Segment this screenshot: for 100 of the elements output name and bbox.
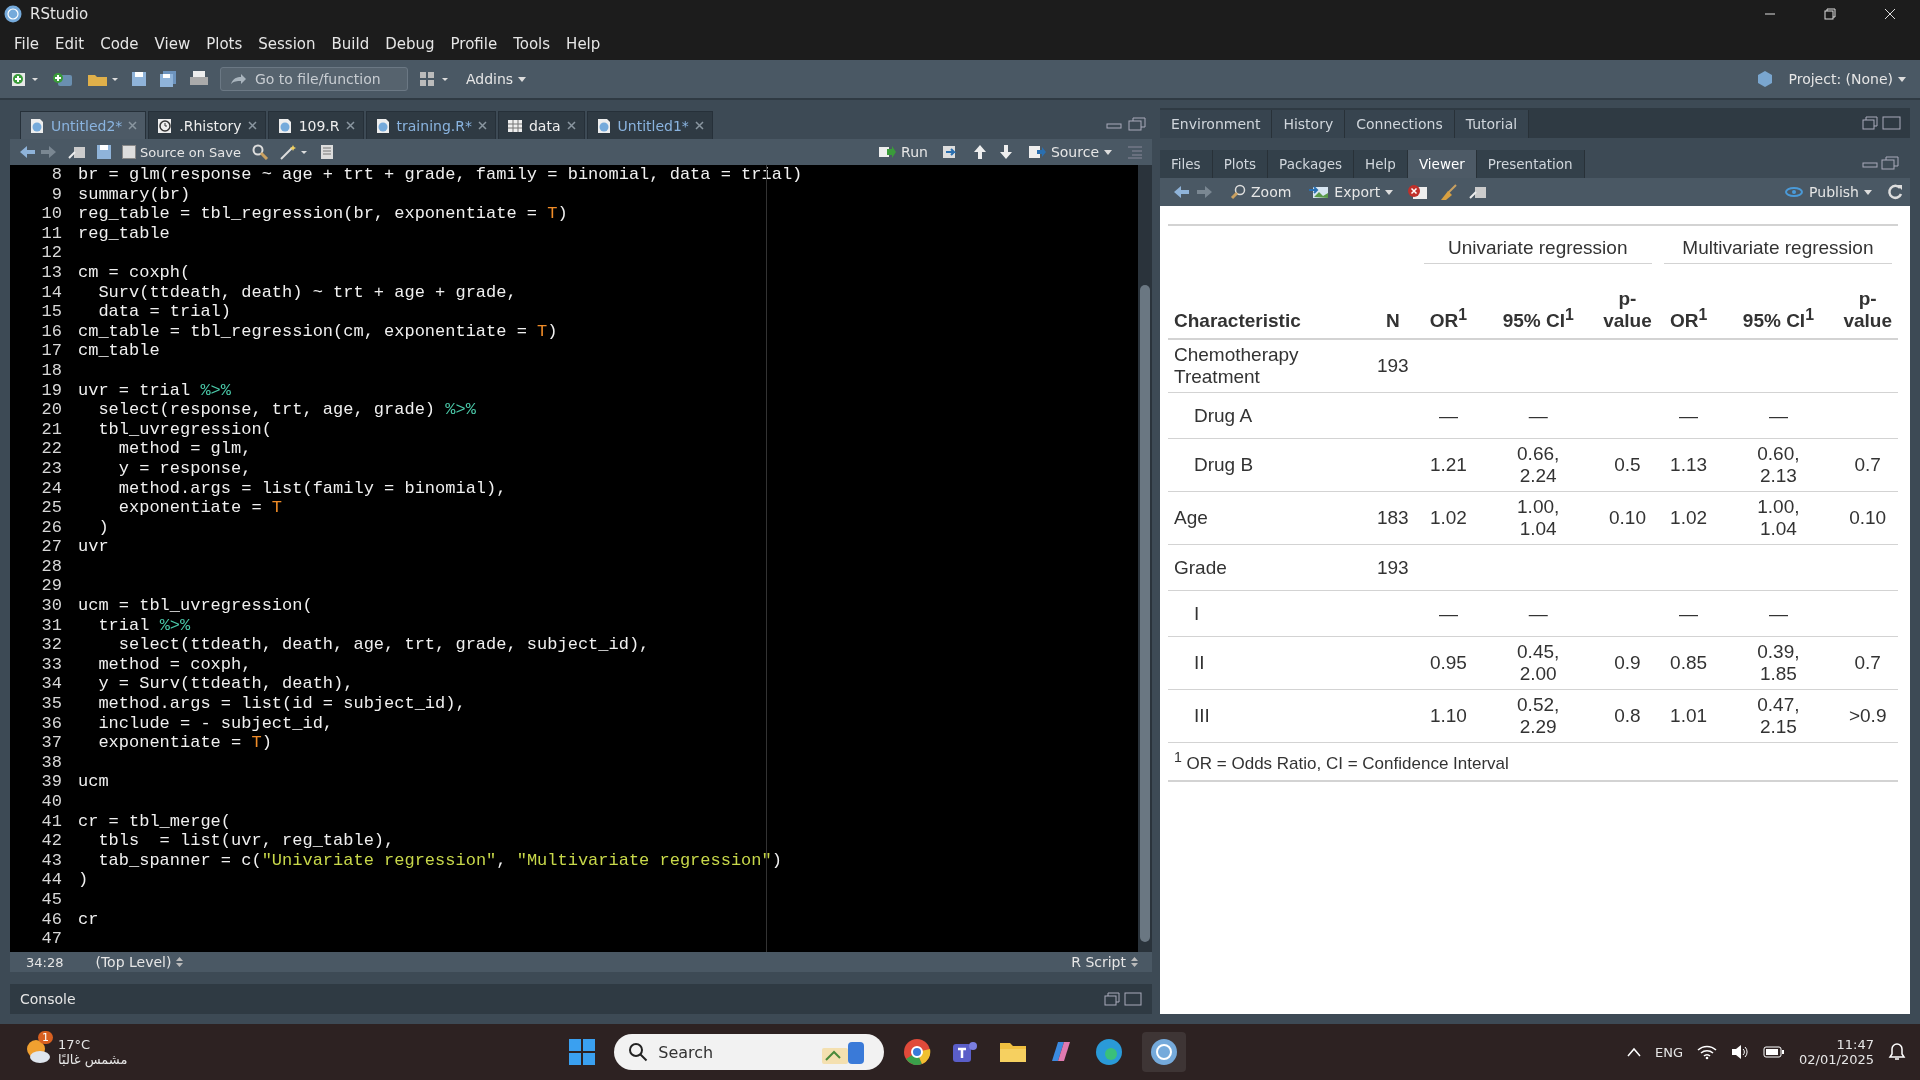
scope-menu[interactable]: (Top Level) (91, 954, 188, 970)
row-label: Drug A (1193, 404, 1253, 427)
menu-item[interactable]: File (6, 35, 48, 53)
taskbar-search-field[interactable]: Search (614, 1034, 885, 1070)
run-button[interactable]: Run (874, 144, 932, 160)
restore-icon[interactable] (1824, 8, 1836, 20)
console-tab[interactable]: Console (20, 991, 76, 1007)
battery-icon[interactable] (1763, 1045, 1786, 1059)
clock-icon (157, 117, 174, 134)
print-icon[interactable] (188, 70, 210, 88)
save-icon[interactable] (96, 144, 112, 160)
broom-icon[interactable] (1439, 184, 1460, 200)
code-line: reg_table = tbl_regression(br, exponentiate = T) (78, 204, 569, 224)
save-icon[interactable] (130, 70, 148, 88)
notification-bell-icon[interactable] (1888, 1042, 1906, 1062)
new-file-icon[interactable] (10, 70, 40, 88)
project-menu[interactable]: Project: (None) (1784, 71, 1910, 87)
column-spanner: Univariate regression (1423, 237, 1652, 264)
windows-start-icon[interactable] (568, 1038, 597, 1066)
source-on-save-checkbox[interactable]: Source on Save (122, 144, 242, 160)
rstudio-taskbar-button[interactable] (1142, 1032, 1187, 1072)
table-icon (506, 117, 523, 134)
table-cell: 0.9 (1614, 652, 1641, 673)
go-to-file-input[interactable]: Go to file/function (253, 70, 397, 88)
notebook-icon[interactable] (319, 144, 336, 160)
menu-item[interactable]: Debug (377, 35, 443, 53)
code-line: method = coxph, (97, 654, 253, 675)
refresh-icon[interactable] (1886, 183, 1904, 201)
menu-item[interactable]: Edit (47, 35, 93, 53)
pane-tab[interactable]: Tutorial (1454, 110, 1530, 138)
editor-tab[interactable]: 109.R (267, 111, 364, 139)
editor-tab[interactable]: data (497, 111, 585, 139)
chevron-up-icon[interactable] (1627, 1047, 1642, 1057)
pane-tab[interactable]: History (1272, 110, 1346, 138)
source-button[interactable]: Source (1023, 144, 1116, 160)
magic-wand-icon[interactable] (279, 144, 310, 160)
pane-tab[interactable]: Plots (1212, 150, 1269, 178)
publish-button[interactable]: Publish (1780, 184, 1876, 200)
maximize-pane-icon[interactable] (1128, 116, 1146, 131)
export-button[interactable]: Export (1305, 184, 1398, 200)
code-line: cm = coxph( (78, 262, 192, 283)
table-cell: 0.8 (1614, 705, 1641, 726)
line-number: 36 (40, 713, 63, 734)
menu-item[interactable]: View (146, 35, 199, 53)
show-in-window-icon[interactable] (68, 144, 86, 160)
pane-tab[interactable]: Environment (1160, 110, 1273, 138)
show-in-window-icon[interactable] (1469, 184, 1488, 200)
minimize-pane-icon[interactable] (1862, 156, 1902, 170)
line-number: 8 (50, 165, 63, 185)
save-all-icon[interactable] (158, 70, 178, 88)
back-forward-icon[interactable] (18, 144, 58, 160)
menu-item[interactable]: Tools (505, 35, 559, 53)
table-cell-text: — (1527, 602, 1549, 625)
down-arrow-icon[interactable] (997, 144, 1014, 160)
editor-tab[interactable]: Untitled1* (586, 111, 713, 139)
menu-item[interactable]: Build (323, 35, 378, 53)
table-cell-text: 0.66, 2.24 (1516, 443, 1561, 487)
file-type-menu[interactable]: R Script (1067, 954, 1142, 970)
menu-item[interactable]: Session (250, 35, 324, 53)
line-number: 40 (40, 792, 63, 812)
line-number: 16 (40, 321, 63, 342)
menu-item[interactable]: Profile (442, 35, 506, 53)
search-icon[interactable] (251, 144, 270, 160)
pane-tab[interactable]: Packages (1268, 150, 1355, 178)
pane-tab[interactable]: Viewer (1407, 150, 1477, 178)
pane-tab[interactable]: Files (1160, 150, 1213, 178)
restore-pane-icon[interactable] (1104, 991, 1142, 1007)
search-input[interactable]: Search (656, 1041, 811, 1063)
speaker-icon[interactable] (1731, 1044, 1750, 1060)
language-indicator[interactable]: ENG (1655, 1044, 1684, 1060)
pane-tab[interactable]: Presentation (1476, 150, 1585, 178)
menu-item[interactable]: Help (558, 35, 609, 53)
addins-menu[interactable]: Addins (462, 71, 531, 87)
table-cell: — (1438, 602, 1458, 624)
edge-icon[interactable] (1094, 1037, 1125, 1067)
table-cell: 193 (1376, 556, 1409, 578)
chrome-icon[interactable] (902, 1037, 933, 1067)
go-to-file-field[interactable]: Go to file/function (220, 67, 408, 91)
editor-tab[interactable]: .Rhistory (148, 111, 266, 139)
menu-item[interactable]: Code (92, 35, 147, 53)
line-number: 15 (40, 302, 63, 322)
up-arrow-icon[interactable] (971, 144, 988, 160)
restore-pane-icon[interactable] (1862, 115, 1902, 131)
row-label: II (1193, 652, 1205, 674)
editor-tab[interactable]: training.R* (365, 111, 496, 139)
line-number: 23 (40, 458, 63, 479)
up-down-caret-icon (176, 957, 184, 967)
clear-viewer-icon[interactable] (1407, 184, 1430, 200)
code-line: method.args = list(family = binomial), (117, 478, 508, 499)
menu-item[interactable]: Plots (198, 35, 251, 53)
pane-tab[interactable]: Help (1354, 150, 1408, 178)
column-header: 95% CI$^{1}$ (1502, 310, 1574, 331)
zoom-button[interactable]: Zoom (1226, 184, 1296, 200)
scrollbar[interactable] (1138, 165, 1152, 952)
code-line: method.args = list(id = subject_id), (97, 694, 467, 714)
table-cell: 1.21 (1429, 454, 1467, 475)
pane-tab[interactable]: Connections (1345, 110, 1455, 138)
wifi-icon[interactable] (1697, 1044, 1718, 1060)
weather-condition: مشمس غالبًا (58, 1052, 128, 1067)
caret-icon (518, 76, 527, 82)
